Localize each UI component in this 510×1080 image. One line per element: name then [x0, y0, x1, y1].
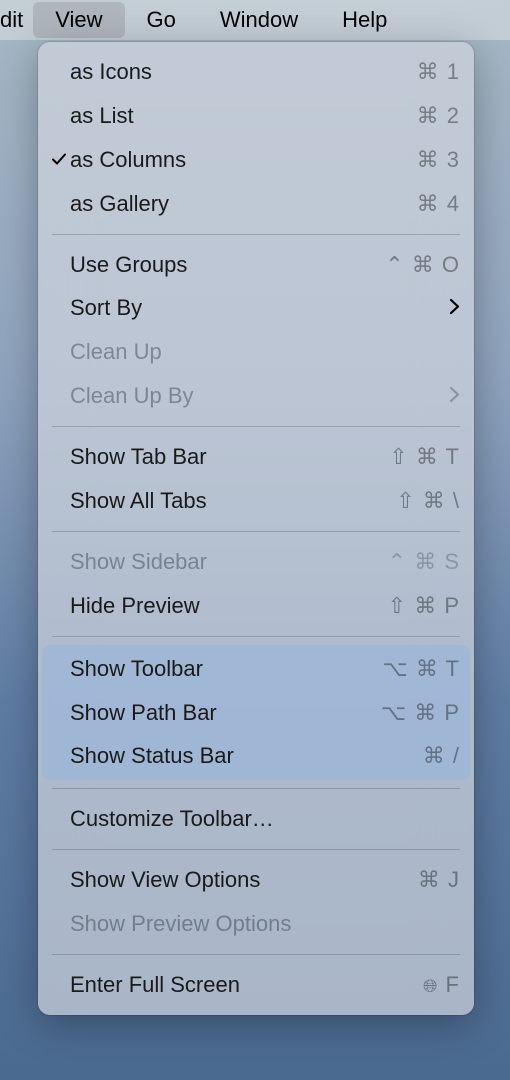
menu-item-label: as Columns: [70, 144, 405, 176]
menu-show-path-bar[interactable]: Show Path Bar ⌥ ⌘ P: [42, 691, 470, 735]
menu-show-preview-options: Show Preview Options: [38, 902, 474, 946]
menu-highlighted-group: Show Toolbar ⌥ ⌘ T Show Path Bar ⌥ ⌘ P S…: [42, 645, 470, 781]
menu-show-tab-bar[interactable]: Show Tab Bar ⇧ ⌘ T: [38, 435, 474, 479]
menu-item-shortcut: ⇧ ⌘ \: [384, 485, 460, 517]
menu-item-shortcut: ⌘ J: [406, 864, 460, 896]
menu-item-label: Show View Options: [70, 864, 406, 896]
menu-as-gallery[interactable]: as Gallery ⌘ 4: [38, 182, 474, 226]
menu-item-label: Show Toolbar: [70, 653, 370, 685]
menu-item-shortcut: ⌃ ⌘ S: [376, 546, 460, 578]
menu-item-shortcut: 🌐︎ F: [411, 969, 460, 1001]
menu-show-sidebar: Show Sidebar ⌃ ⌘ S: [38, 540, 474, 584]
menu-item-shortcut: ⌘ 4: [405, 188, 460, 220]
menu-as-columns[interactable]: as Columns ⌘ 3: [38, 138, 474, 182]
checkmark-icon: [48, 144, 70, 176]
menu-item-label: Clean Up By: [70, 380, 437, 412]
chevron-right-icon: [437, 292, 460, 324]
menu-item-label: Show Sidebar: [70, 546, 376, 578]
menubar-window[interactable]: Window: [198, 2, 320, 38]
menu-item-label: as Gallery: [70, 188, 405, 220]
menu-as-list[interactable]: as List ⌘ 2: [38, 94, 474, 138]
menu-item-label: Show Status Bar: [70, 740, 411, 772]
menubar-help[interactable]: Help: [320, 2, 409, 38]
menu-item-shortcut: ⇧ ⌘ T: [377, 441, 460, 473]
menu-item-label: Enter Full Screen: [70, 969, 411, 1001]
menu-separator: [52, 788, 460, 789]
menu-sort-by[interactable]: Sort By: [38, 286, 474, 330]
menu-separator: [52, 849, 460, 850]
menu-item-label: Use Groups: [70, 249, 373, 281]
menu-item-label: Show Path Bar: [70, 697, 369, 729]
menu-item-label: Sort By: [70, 292, 437, 324]
menu-item-label: as List: [70, 100, 405, 132]
menu-clean-up: Clean Up: [38, 330, 474, 374]
chevron-right-icon: [437, 380, 460, 412]
menu-item-label: Show Tab Bar: [70, 441, 377, 473]
menu-item-label: as Icons: [70, 56, 405, 88]
menu-show-all-tabs[interactable]: Show All Tabs ⇧ ⌘ \: [38, 479, 474, 523]
menu-customize-toolbar[interactable]: Customize Toolbar…: [38, 797, 474, 841]
menu-separator: [52, 954, 460, 955]
menubar-edit[interactable]: dit: [0, 2, 33, 38]
globe-icon: 🌐︎: [423, 976, 438, 996]
menu-item-shortcut: ⌥ ⌘ T: [370, 653, 460, 685]
menubar: dit View Go Window Help: [0, 0, 510, 40]
menu-item-label: Clean Up: [70, 336, 460, 368]
menu-item-shortcut: ⌘ /: [411, 740, 460, 772]
menu-clean-up-by: Clean Up By: [38, 374, 474, 418]
menu-item-label: Customize Toolbar…: [70, 803, 460, 835]
menu-separator: [52, 531, 460, 532]
menu-separator: [52, 636, 460, 637]
menu-hide-preview[interactable]: Hide Preview ⇧ ⌘ P: [38, 584, 474, 628]
menu-separator: [52, 234, 460, 235]
menu-item-label: Show All Tabs: [70, 485, 384, 517]
menu-show-toolbar[interactable]: Show Toolbar ⌥ ⌘ T: [42, 647, 470, 691]
menu-item-shortcut: ⌘ 3: [405, 144, 460, 176]
menu-show-view-options[interactable]: Show View Options ⌘ J: [38, 858, 474, 902]
menubar-go[interactable]: Go: [125, 2, 198, 38]
menu-as-icons[interactable]: as Icons ⌘ 1: [38, 50, 474, 94]
menu-item-shortcut: ⌘ 2: [405, 100, 460, 132]
menu-show-status-bar[interactable]: Show Status Bar ⌘ /: [42, 734, 470, 778]
view-menu-dropdown: as Icons ⌘ 1 as List ⌘ 2 as Columns ⌘ 3 …: [38, 42, 474, 1015]
menu-item-shortcut: ⌃ ⌘ O: [373, 249, 460, 281]
menu-item-label: Show Preview Options: [70, 908, 460, 940]
menubar-view[interactable]: View: [33, 2, 124, 38]
menu-use-groups[interactable]: Use Groups ⌃ ⌘ O: [38, 243, 474, 287]
menu-item-shortcut: ⌘ 1: [405, 56, 460, 88]
menu-item-label: Hide Preview: [70, 590, 376, 622]
menu-item-shortcut: ⇧ ⌘ P: [376, 590, 460, 622]
menu-enter-full-screen[interactable]: Enter Full Screen 🌐︎ F: [38, 963, 474, 1007]
menu-separator: [52, 426, 460, 427]
menu-item-shortcut: ⌥ ⌘ P: [369, 697, 460, 729]
